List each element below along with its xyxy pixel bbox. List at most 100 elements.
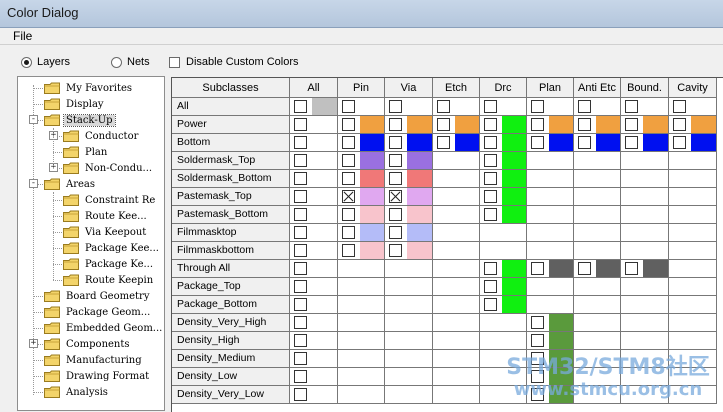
row-label[interactable]: Pastemask_Bottom xyxy=(172,206,290,224)
visibility-checkbox[interactable] xyxy=(294,136,307,149)
visibility-checkbox[interactable] xyxy=(673,136,686,149)
disable-custom-colors-option[interactable]: Disable Custom Colors xyxy=(169,56,298,68)
visibility-checkbox[interactable] xyxy=(484,280,497,293)
color-swatch[interactable] xyxy=(643,116,668,133)
column-header-pin[interactable]: Pin xyxy=(338,78,385,98)
visibility-checkbox[interactable] xyxy=(531,316,544,329)
visibility-checkbox[interactable] xyxy=(484,118,497,131)
visibility-checkbox[interactable] xyxy=(389,172,402,185)
tree-node[interactable]: Non-Condu... xyxy=(63,160,154,176)
color-swatch[interactable] xyxy=(549,260,573,277)
visibility-checkbox[interactable] xyxy=(294,154,307,167)
visibility-checkbox[interactable] xyxy=(484,136,497,149)
tree-node[interactable]: Display xyxy=(44,96,106,112)
row-label[interactable]: Filmmaskbottom xyxy=(172,242,290,260)
visibility-checkbox[interactable] xyxy=(578,100,591,113)
visibility-checkbox[interactable] xyxy=(578,262,591,275)
color-swatch[interactable] xyxy=(360,152,384,169)
color-swatch[interactable] xyxy=(549,116,573,133)
row-label[interactable]: Density_High xyxy=(172,332,290,350)
color-swatch[interactable] xyxy=(360,170,384,187)
color-swatch[interactable] xyxy=(407,152,432,169)
visibility-checkbox[interactable] xyxy=(342,226,355,239)
color-swatch[interactable] xyxy=(502,170,526,187)
color-swatch[interactable] xyxy=(549,350,573,367)
tree-node[interactable]: Package Kee... xyxy=(63,240,161,256)
menu-file[interactable]: File xyxy=(13,29,32,43)
color-swatch[interactable] xyxy=(643,134,668,151)
row-label[interactable]: Package_Top xyxy=(172,278,290,296)
visibility-checkbox[interactable] xyxy=(342,136,355,149)
color-swatch[interactable] xyxy=(502,152,526,169)
column-header-via[interactable]: Via xyxy=(385,78,433,98)
color-swatch[interactable] xyxy=(549,332,573,349)
row-label[interactable]: Soldermask_Top xyxy=(172,152,290,170)
tree-node[interactable]: Areas xyxy=(44,176,97,192)
color-swatch[interactable] xyxy=(407,206,432,223)
tree-node[interactable]: Manufacturing xyxy=(44,352,144,368)
visibility-checkbox[interactable] xyxy=(437,136,450,149)
tree-node[interactable]: Package Ke... xyxy=(63,256,155,272)
visibility-checkbox[interactable] xyxy=(389,118,402,131)
visibility-checkbox[interactable] xyxy=(294,334,307,347)
visibility-checkbox[interactable] xyxy=(531,100,544,113)
column-header-etch[interactable]: Etch xyxy=(433,78,480,98)
visibility-checkbox[interactable] xyxy=(437,118,450,131)
expand-icon[interactable]: + xyxy=(29,339,38,348)
tree-node[interactable]: My Favorites xyxy=(44,80,134,96)
visibility-checkbox[interactable] xyxy=(578,136,591,149)
color-swatch[interactable] xyxy=(407,224,432,241)
color-swatch[interactable] xyxy=(455,116,479,133)
color-swatch[interactable] xyxy=(502,116,526,133)
column-header-drc[interactable]: Drc xyxy=(480,78,527,98)
row-label[interactable]: Package_Bottom xyxy=(172,296,290,314)
collapse-icon[interactable]: - xyxy=(29,115,38,124)
visibility-checkbox[interactable] xyxy=(294,370,307,383)
color-swatch[interactable] xyxy=(407,116,432,133)
tree-node[interactable]: Embedded Geom... xyxy=(44,320,164,336)
column-header-cavity[interactable]: Cavity xyxy=(669,78,717,98)
visibility-checkbox[interactable] xyxy=(294,226,307,239)
row-label[interactable]: Density_Medium xyxy=(172,350,290,368)
color-swatch[interactable] xyxy=(502,188,526,205)
color-swatch[interactable] xyxy=(360,188,384,205)
visibility-checkbox[interactable] xyxy=(484,154,497,167)
visibility-checkbox[interactable] xyxy=(625,136,638,149)
color-swatch[interactable] xyxy=(360,116,384,133)
color-swatch[interactable] xyxy=(596,134,620,151)
visibility-checkbox[interactable] xyxy=(625,118,638,131)
visibility-checkbox[interactable] xyxy=(625,100,638,113)
color-swatch[interactable] xyxy=(360,242,384,259)
visibility-checkbox[interactable] xyxy=(389,190,402,203)
tree-node[interactable]: Plan xyxy=(63,144,109,160)
tree-node[interactable]: Route Kee... xyxy=(63,208,149,224)
collapse-icon[interactable]: - xyxy=(29,179,38,188)
layers-radio-option[interactable]: Layers xyxy=(21,56,70,68)
color-swatch[interactable] xyxy=(596,116,620,133)
row-label[interactable]: Pastemask_Top xyxy=(172,188,290,206)
color-swatch[interactable] xyxy=(502,296,526,313)
visibility-checkbox[interactable] xyxy=(484,262,497,275)
nets-radio-option[interactable]: Nets xyxy=(111,56,150,68)
column-header-anti-etc[interactable]: Anti Etc xyxy=(574,78,621,98)
visibility-checkbox[interactable] xyxy=(294,280,307,293)
visibility-checkbox[interactable] xyxy=(531,118,544,131)
visibility-checkbox[interactable] xyxy=(294,190,307,203)
color-swatch[interactable] xyxy=(407,170,432,187)
visibility-checkbox[interactable] xyxy=(294,316,307,329)
tree-node[interactable]: Analysis xyxy=(44,384,110,400)
row-label[interactable]: Density_Low xyxy=(172,368,290,386)
visibility-checkbox[interactable] xyxy=(389,226,402,239)
color-swatch[interactable] xyxy=(549,314,573,331)
tree-node[interactable]: Route Keepin xyxy=(63,272,155,288)
visibility-checkbox[interactable] xyxy=(389,244,402,257)
visibility-checkbox[interactable] xyxy=(625,262,638,275)
visibility-checkbox[interactable] xyxy=(484,100,497,113)
layers-radio[interactable] xyxy=(21,56,32,68)
visibility-checkbox[interactable] xyxy=(437,100,450,113)
row-label[interactable]: Filmmasktop xyxy=(172,224,290,242)
column-header-bound[interactable]: Bound. xyxy=(621,78,669,98)
visibility-checkbox[interactable] xyxy=(294,172,307,185)
color-swatch[interactable] xyxy=(596,260,620,277)
tree-node[interactable]: Board Geometry xyxy=(44,288,151,304)
